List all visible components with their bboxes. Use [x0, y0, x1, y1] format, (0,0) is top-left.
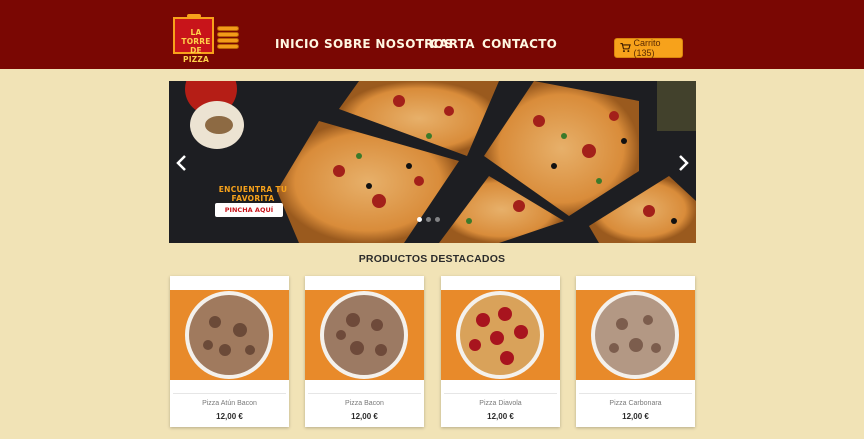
carousel-next-button[interactable]	[674, 153, 692, 173]
product-image[interactable]	[170, 290, 289, 380]
carousel-dot-3[interactable]	[435, 217, 440, 222]
product-card[interactable]: Pizza Carbonara 12,00 €	[576, 276, 695, 427]
cart-button[interactable]: Carrito (135)	[614, 38, 683, 58]
product-name[interactable]: Pizza Diavola	[441, 400, 560, 407]
nav-item-carta[interactable]: CARTA	[430, 37, 475, 52]
carousel-cta-button[interactable]: PINCHA AQUÍ	[215, 203, 283, 217]
product-price: 12,00 €	[216, 412, 243, 421]
hero-carousel[interactable]: ENCUENTRA TU FAVORITA PINCHA AQUÍ	[169, 81, 696, 243]
product-image[interactable]	[305, 290, 424, 380]
product-name[interactable]: Pizza Bacon	[305, 400, 424, 407]
carousel-indicators	[417, 217, 440, 222]
logo-badge: LA TORRE DE PIZZA	[173, 17, 214, 64]
logo-tower-cap	[187, 14, 201, 18]
product-divider	[308, 393, 421, 394]
product-divider	[173, 393, 286, 394]
product-name[interactable]: Pizza Atún Bacon	[170, 400, 289, 407]
carousel-slogan: ENCUENTRA TU FAVORITA	[218, 185, 288, 203]
product-divider	[579, 393, 692, 394]
product-price: 12,00 €	[622, 412, 649, 421]
pizza-stack-icon	[217, 26, 239, 53]
nav-item-contacto[interactable]: CONTACTO	[482, 37, 557, 52]
carousel-dot-1[interactable]	[417, 217, 422, 222]
chevron-right-icon	[679, 155, 689, 171]
shopping-cart-icon	[620, 43, 631, 53]
product-name[interactable]: Pizza Carbonara	[576, 400, 695, 407]
product-card[interactable]: Pizza Diavola 12,00 €	[441, 276, 560, 427]
carousel-dot-2[interactable]	[426, 217, 431, 222]
product-price: 12,00 €	[487, 412, 514, 421]
product-card[interactable]: Pizza Atún Bacon 12,00 €	[170, 276, 289, 427]
product-price: 12,00 €	[351, 412, 378, 421]
product-card[interactable]: Pizza Bacon 12,00 €	[305, 276, 424, 427]
product-image[interactable]	[441, 290, 560, 380]
cart-label: Carrito (135)	[633, 38, 661, 58]
product-image[interactable]	[576, 290, 695, 380]
logo-text: LA TORRE DE PIZZA	[181, 28, 211, 64]
chevron-left-icon	[176, 155, 186, 171]
brand-logo[interactable]: LA TORRE DE PIZZA	[173, 14, 241, 64]
nav-item-inicio[interactable]: INICIO	[275, 37, 319, 52]
site-header: LA TORRE DE PIZZA INICIO SOBRE NOSOTROS …	[0, 0, 864, 69]
product-divider	[444, 393, 557, 394]
featured-products-title: PRODUCTOS DESTACADOS	[358, 253, 506, 265]
carousel-prev-button[interactable]	[173, 153, 191, 173]
